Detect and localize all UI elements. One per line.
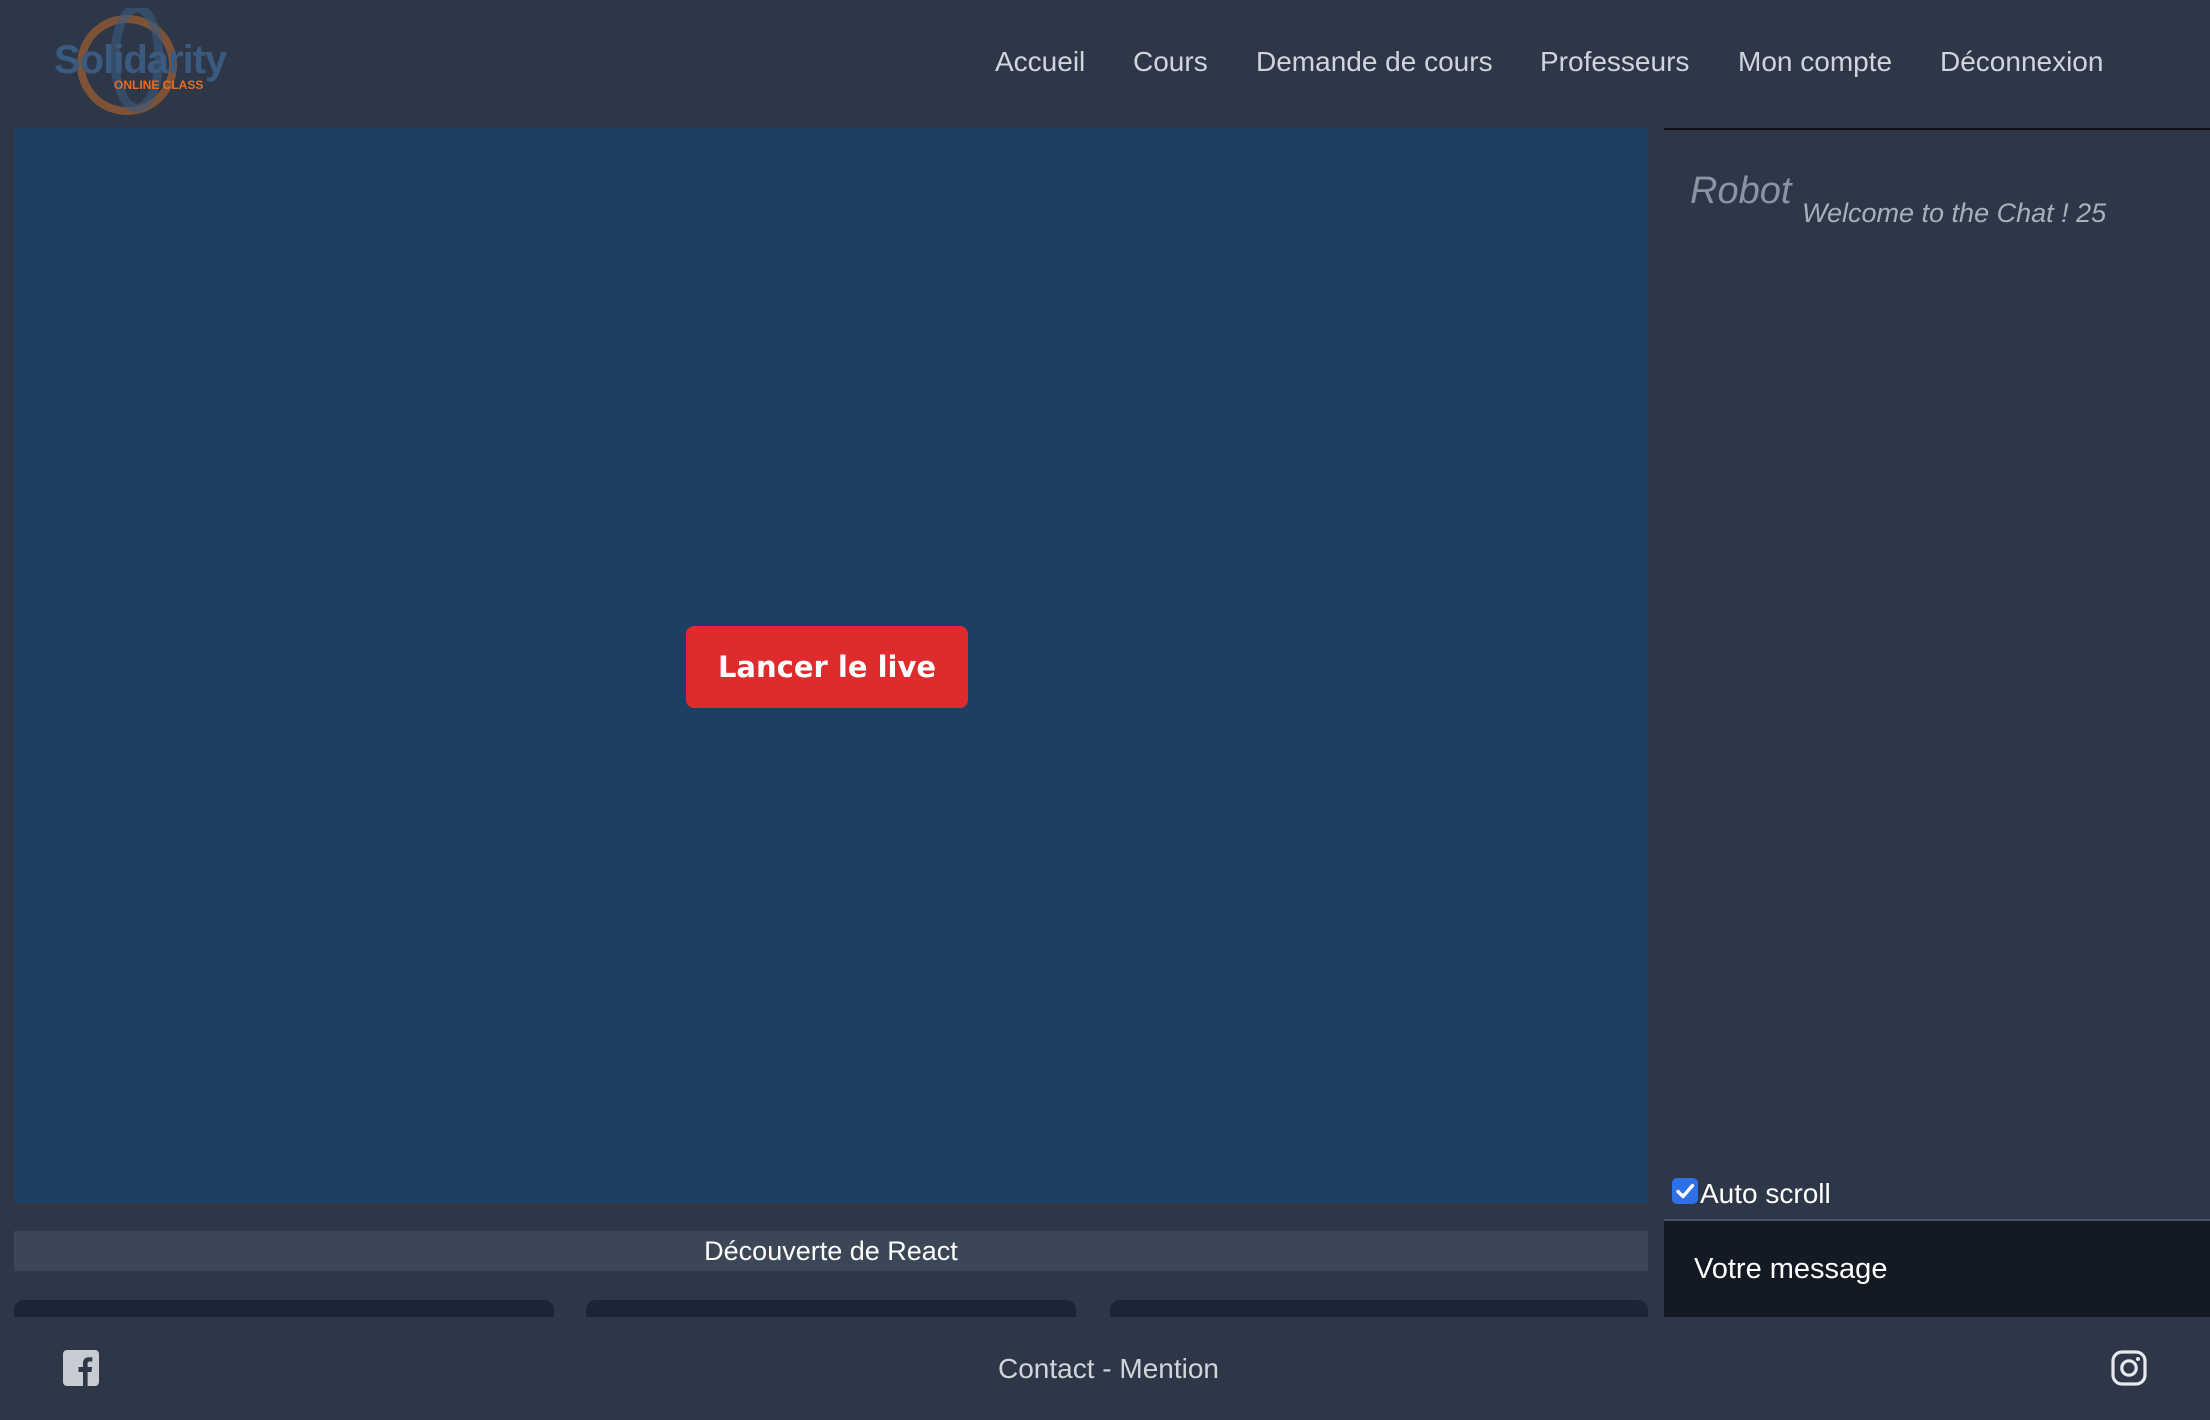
course-title: Découverte de React bbox=[14, 1231, 1648, 1271]
logo-name: Solidarity bbox=[54, 38, 227, 82]
chat-message-text: Welcome to the Chat ! 25 bbox=[1802, 198, 2107, 228]
chat-message-input[interactable] bbox=[1664, 1221, 2210, 1317]
nav-professeurs[interactable]: Professeurs bbox=[1540, 46, 1689, 78]
live-video-area: Lancer le live bbox=[14, 128, 1648, 1203]
page: Solidarity ONLINE CLASS Accueil Cours De… bbox=[0, 0, 2210, 1420]
nav-mon-compte[interactable]: Mon compte bbox=[1738, 46, 1892, 78]
nav-deconnexion[interactable]: Déconnexion bbox=[1940, 46, 2103, 78]
facebook-icon[interactable] bbox=[62, 1349, 100, 1387]
top-header: Solidarity ONLINE CLASS Accueil Cours De… bbox=[0, 0, 2210, 128]
checkmark-icon bbox=[1676, 1183, 1695, 1199]
mention-link[interactable]: Mention bbox=[1119, 1353, 1219, 1384]
footer-separator: - bbox=[1094, 1353, 1120, 1384]
launch-live-button[interactable]: Lancer le live bbox=[686, 626, 968, 708]
chat-message-author: Robot bbox=[1690, 170, 1792, 212]
nav-demande-de-cours[interactable]: Demande de cours bbox=[1256, 46, 1493, 78]
logo-tagline: ONLINE CLASS bbox=[114, 78, 204, 92]
footer-links: Contact - Mention bbox=[998, 1353, 1219, 1385]
solidarity-logo[interactable]: Solidarity ONLINE CLASS bbox=[52, 8, 227, 123]
nav-cours[interactable]: Cours bbox=[1133, 46, 1208, 78]
autoscroll-label: Auto scroll bbox=[1700, 1178, 1831, 1209]
autoscroll-checkbox[interactable] bbox=[1672, 1178, 1698, 1204]
chat-panel: Robot Welcome to the Chat ! 25 bbox=[1664, 128, 2210, 1218]
nav-accueil[interactable]: Accueil bbox=[995, 46, 1085, 78]
instagram-icon[interactable] bbox=[2110, 1349, 2148, 1387]
footer: Contact - Mention bbox=[0, 1317, 2210, 1420]
contact-link[interactable]: Contact bbox=[998, 1353, 1095, 1384]
